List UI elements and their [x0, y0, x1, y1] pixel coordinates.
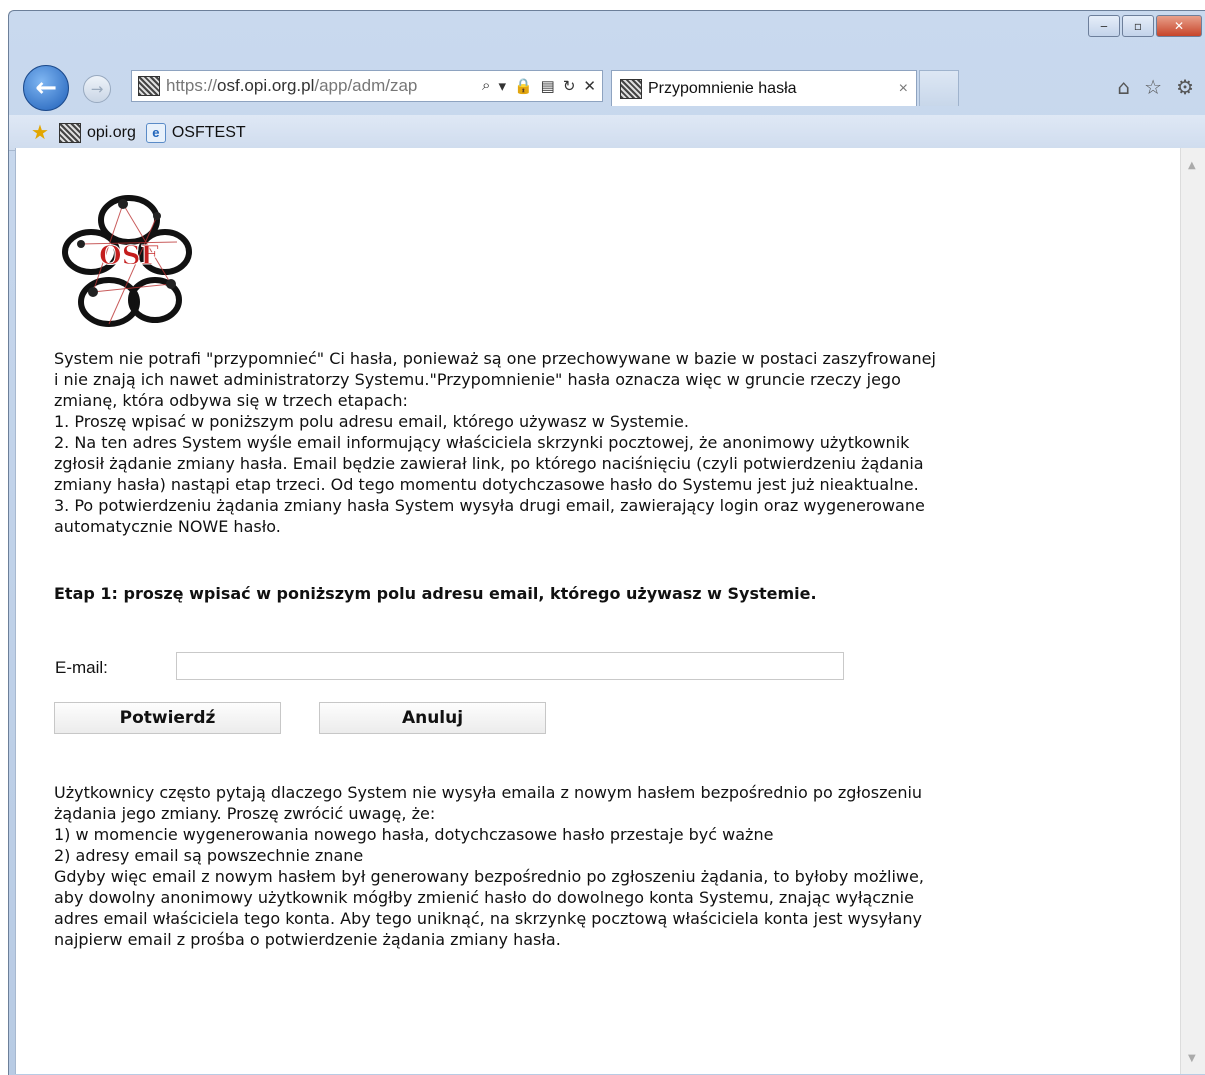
new-tab-button[interactable] [919, 70, 959, 106]
faq-line: Użytkownicy często pytają dlaczego Syste… [54, 783, 923, 802]
scroll-up-icon[interactable]: ▲ [1188, 160, 1196, 171]
tab-password-reminder[interactable]: Przypomnienie hasła × [611, 70, 917, 106]
favorites-add-icon[interactable]: ★ [31, 120, 49, 145]
arrow-right-icon: → [90, 80, 104, 98]
vertical-scrollbar[interactable]: ▲ ▼ [1180, 148, 1205, 1074]
minimize-button[interactable]: ‒ [1088, 15, 1120, 37]
favorite-label: OSFTEST [171, 123, 246, 141]
faq-text: Użytkownicy często pytają dlaczego Syste… [54, 782, 1134, 950]
browser-right-icons: ⌂ ☆ ⚙ [1117, 75, 1194, 99]
favorite-item-opi[interactable]: opi.org [58, 122, 136, 143]
faq-line: aby dowolny anonimowy użytkownik mógłby … [54, 888, 914, 907]
tab-title: Przypomnienie hasła [648, 79, 797, 97]
arrow-left-icon: ← [35, 73, 57, 103]
url-text: https://osf.opi.org.pl/app/adm/zap [166, 76, 418, 95]
opi-favicon-icon [58, 122, 81, 143]
favorites-bar: ★ opi.org e OSFTEST [9, 115, 1205, 151]
ie-page-icon: e [145, 122, 166, 143]
refresh-icon[interactable]: ↻ [563, 77, 576, 95]
address-bar[interactable]: https://osf.opi.org.pl/app/adm/zap ⌕ ▾ 🔒… [131, 70, 603, 102]
intro-line: 3. Po potwierdzeniu żądania zmiany hasła… [54, 496, 925, 515]
faq-line: adres email właściciela tego konta. Aby … [54, 909, 922, 928]
confirm-button[interactable]: Potwierdź [54, 702, 281, 734]
logo-text: OSF [99, 241, 159, 271]
osf-logo: OSF [62, 195, 192, 327]
faq-line: Gdyby więc email z nowym hasłem był gene… [54, 867, 924, 886]
close-window-button[interactable]: ✕ [1156, 15, 1202, 37]
home-icon[interactable]: ⌂ [1117, 75, 1130, 99]
address-tools: ⌕ ▾ 🔒 ▤ ↻ ✕ [482, 77, 596, 95]
stop-icon[interactable]: ✕ [583, 77, 596, 95]
email-label: E-mail: [55, 658, 108, 677]
faq-line: 2) adresy email są powszechnie znane [54, 846, 364, 865]
page-content: OSF System nie potrafi "przypomnieć" Ci … [15, 148, 1182, 1074]
search-icon[interactable]: ⌕ [482, 77, 490, 95]
email-field[interactable] [176, 652, 844, 680]
intro-line: 1. Proszę wpisać w poniższym polu adresu… [54, 412, 689, 431]
faq-line: 1) w momencie wygenerowania nowego hasła… [54, 825, 774, 844]
forward-button[interactable]: → [83, 75, 111, 103]
back-button[interactable]: ← [23, 65, 69, 111]
favorite-label: opi.org [86, 123, 136, 141]
settings-gear-icon[interactable]: ⚙ [1176, 75, 1194, 99]
scroll-down-icon[interactable]: ▼ [1188, 1053, 1196, 1064]
faq-line: żądania jego zmiany. Proszę zwrócić uwag… [54, 804, 436, 823]
favorite-item-osftest[interactable]: e OSFTEST [145, 122, 246, 143]
favorites-star-icon[interactable]: ☆ [1144, 75, 1162, 99]
intro-line: 2. Na ten adres System wyśle email infor… [54, 433, 910, 452]
intro-text: System nie potrafi "przypomnieć" Ci hasł… [54, 348, 1134, 537]
intro-line: System nie potrafi "przypomnieć" Ci hasł… [54, 349, 936, 368]
intro-line: zgłosił żądanie zmiany hasła. Email będz… [54, 454, 924, 473]
tab-close-icon[interactable]: × [899, 80, 908, 98]
window-controls: ‒ ▫ ✕ [1088, 15, 1202, 37]
intro-line: zmiany hasła) nastąpi etap trzeci. Od te… [54, 475, 919, 494]
intro-line: automatycznie NOWE hasło. [54, 517, 281, 536]
compatibility-icon[interactable]: ▤ [541, 77, 555, 95]
intro-line: zmianę, która odbywa się w trzech etapac… [54, 391, 408, 410]
faq-line: najpierw email z prośba o potwierdzenie … [54, 930, 561, 949]
intro-line: i nie znają ich nawet administratorzy Sy… [54, 370, 901, 389]
tab-favicon-icon [620, 78, 642, 99]
maximize-button[interactable]: ▫ [1122, 15, 1154, 37]
step-title: Etap 1: proszę wpisać w poniższym polu a… [54, 584, 817, 603]
dropdown-icon[interactable]: ▾ [498, 77, 506, 95]
cancel-button[interactable]: Anuluj [319, 702, 546, 734]
site-favicon-icon [138, 76, 160, 96]
navigation-toolbar: ← → https://osf.opi.org.pl/app/adm/zap ⌕… [9, 61, 1205, 113]
lock-icon[interactable]: 🔒 [514, 77, 533, 95]
